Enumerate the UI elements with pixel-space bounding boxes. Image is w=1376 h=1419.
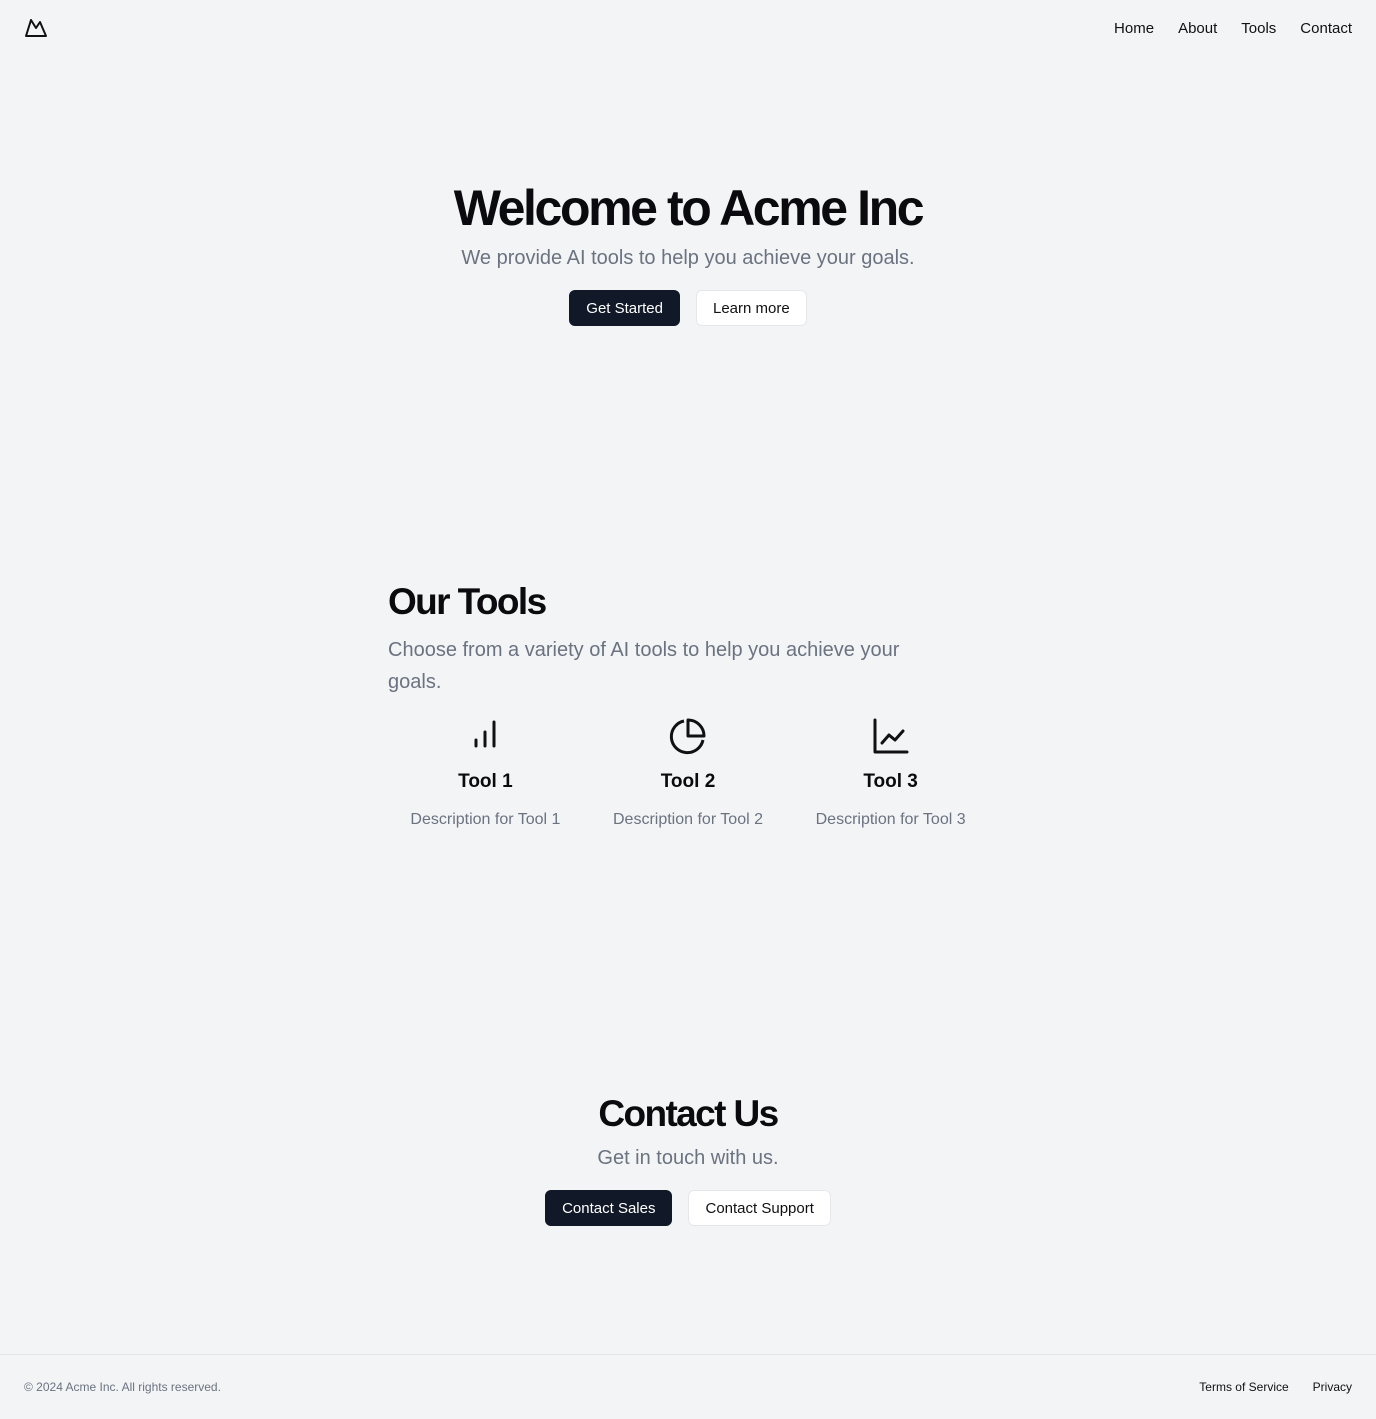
tools-title: Our Tools [388, 581, 547, 622]
hero-title: Welcome to Acme Inc [453, 180, 925, 236]
nav-tools-link[interactable]: Tools [1241, 20, 1276, 37]
tools-subtitle: Choose from a variety of AI tools to hel… [388, 639, 900, 693]
footer-links: Terms of Service Privacy [1199, 1380, 1352, 1394]
site-footer: © 2024 Acme Inc. All rights reserved. Te… [0, 1354, 1376, 1419]
bar-chart-icon [474, 720, 496, 748]
tool-card: Tool 3 Description for Tool 3 [793, 716, 988, 832]
hero-actions: Get Started Learn more [0, 290, 1376, 326]
pie-chart-icon [669, 718, 706, 755]
tool-name: Tool 2 [660, 771, 716, 792]
line-chart-icon [873, 718, 909, 754]
main-nav: Home About Tools Contact [1114, 20, 1352, 37]
terms-link[interactable]: Terms of Service [1199, 1380, 1288, 1394]
nav-about-link[interactable]: About [1178, 20, 1217, 37]
tool-description: Description for Tool 2 [613, 811, 763, 828]
contact-title: Contact Us [598, 1093, 779, 1134]
nav-home-link[interactable]: Home [1114, 20, 1154, 37]
hero-section: Welcome to Acme Inc We provide AI tools … [0, 178, 1376, 326]
tool-card: Tool 2 Description for Tool 2 [583, 716, 793, 832]
tool-name: Tool 3 [863, 771, 918, 792]
tool-description: Description for Tool 3 [815, 811, 966, 828]
logo-link[interactable] [24, 16, 48, 40]
tools-grid: Tool 1 Description for Tool 1 Tool 2 Des… [388, 716, 988, 832]
privacy-link[interactable]: Privacy [1313, 1380, 1352, 1394]
contact-section: Contact Us Get in touch with us. Contact… [0, 1092, 1376, 1226]
learn-more-button[interactable]: Learn more [696, 290, 807, 326]
hero-subtitle: We provide AI tools to help you achieve … [461, 247, 915, 269]
nav-contact-link[interactable]: Contact [1300, 20, 1352, 37]
get-started-button[interactable]: Get Started [569, 290, 680, 326]
tool-description: Description for Tool 1 [410, 811, 561, 828]
contact-sales-button[interactable]: Contact Sales [545, 1190, 673, 1226]
mountain-icon [25, 19, 47, 37]
site-header: Home About Tools Contact [0, 0, 1376, 56]
tool-name: Tool 1 [458, 771, 513, 792]
contact-subtitle: Get in touch with us. [597, 1147, 779, 1169]
contact-support-button[interactable]: Contact Support [688, 1190, 831, 1226]
tool-card: Tool 1 Description for Tool 1 [388, 716, 583, 832]
contact-actions: Contact Sales Contact Support [0, 1190, 1376, 1226]
tools-section: Our Tools Choose from a variety of AI to… [388, 580, 988, 832]
copyright-text: © 2024 Acme Inc. All rights reserved. [24, 1380, 221, 1394]
